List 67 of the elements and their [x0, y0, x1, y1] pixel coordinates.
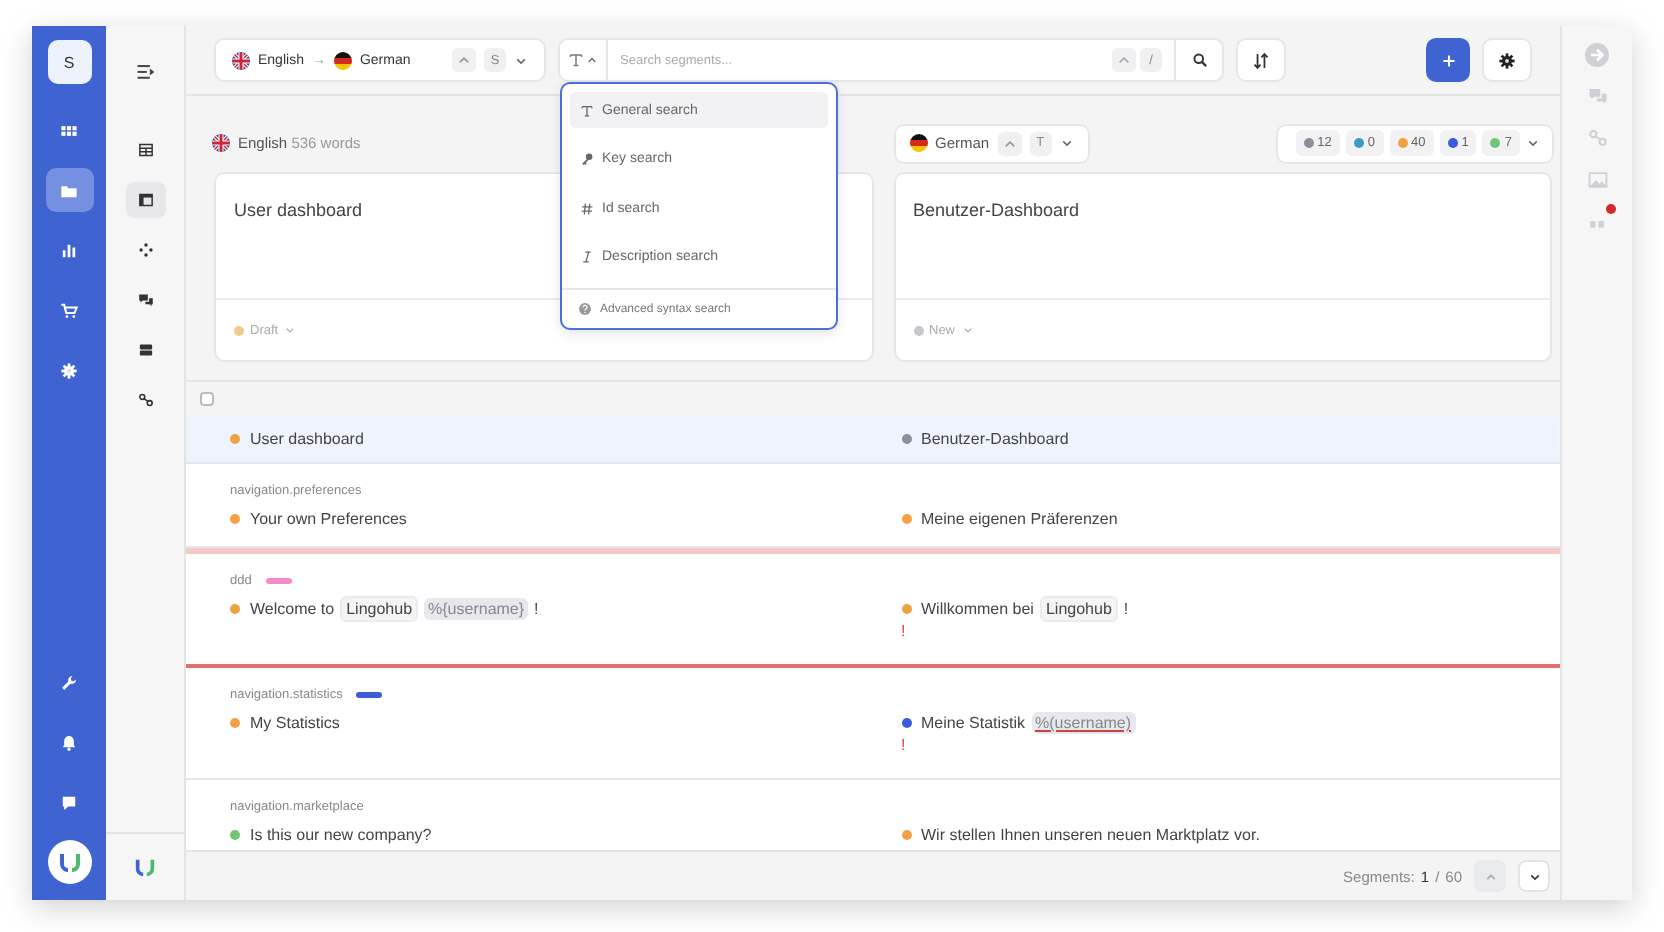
italic-icon	[580, 250, 594, 264]
settings-icon[interactable]	[60, 361, 78, 379]
chevron-down-icon	[1526, 136, 1540, 150]
chevron-down-icon	[1059, 136, 1074, 150]
segment-text: Meine eigenen Präferenzen	[921, 510, 1118, 528]
sidebar-item[interactable]	[125, 182, 165, 218]
search-icon	[1191, 52, 1207, 68]
key-icon	[580, 152, 594, 166]
segment-text: Meine Statistik	[921, 714, 1026, 732]
segment-text: Welcome to	[250, 600, 335, 618]
chevron-down-icon	[514, 53, 528, 67]
dots-icon	[137, 242, 153, 258]
next-button[interactable]	[1518, 860, 1550, 892]
settings-button[interactable]	[1482, 38, 1532, 82]
placeholder-chip: %{username}	[424, 598, 529, 620]
segment-text: Your own Preferences	[250, 510, 407, 528]
logo-icon	[134, 856, 156, 878]
comments-icon	[137, 292, 153, 308]
settings-icon	[1498, 51, 1516, 69]
segment-text: Wir stellen Ihnen unseren neuen Marktplatz vor.	[921, 826, 1260, 844]
cart-icon[interactable]	[60, 301, 78, 319]
workspace-avatar[interactable]: S	[47, 40, 91, 84]
chevron-up-icon	[586, 54, 598, 66]
plus-icon	[1439, 51, 1457, 69]
segment-row[interactable]: User dashboard Benutzer-Dashboard	[186, 416, 1560, 464]
help-icon	[578, 302, 592, 316]
chevron-down-icon	[284, 324, 297, 336]
notifications-icon[interactable]	[60, 733, 78, 751]
sort-icon	[1252, 51, 1270, 69]
segment-text: My Statistics	[250, 714, 340, 732]
warning-mark: !	[901, 624, 906, 640]
flag-icon	[333, 51, 352, 69]
chevron-down-icon	[961, 324, 974, 336]
layout-icon	[137, 192, 153, 208]
sort-button[interactable]	[1236, 38, 1286, 82]
flag-icon	[909, 134, 927, 152]
link-icon	[137, 392, 153, 408]
text-icon	[568, 52, 584, 68]
segment-text: User dashboard	[250, 430, 364, 448]
add-button[interactable]	[1426, 38, 1470, 82]
placeholder-chip: %(username)	[1031, 712, 1136, 734]
segment-text: Is this our new company?	[250, 826, 432, 844]
folder-icon[interactable]	[60, 181, 78, 199]
segment-text: Benutzer-Dashboard	[921, 430, 1069, 448]
rail-item[interactable]	[45, 168, 93, 212]
apps-icon[interactable]	[60, 121, 78, 139]
text-icon	[580, 103, 594, 117]
tag-chip: Lingohub	[1039, 596, 1118, 622]
logo[interactable]	[47, 840, 91, 884]
flag-icon	[232, 51, 250, 69]
segment-text: Willkommen bei	[921, 600, 1034, 618]
chevron-down-icon	[1527, 869, 1541, 883]
stack-icon	[137, 342, 153, 358]
table-icon	[137, 142, 153, 158]
warning-mark: !	[901, 738, 906, 754]
flag-icon	[212, 134, 230, 152]
segment-text: !	[534, 600, 539, 618]
select-checkbox[interactable]	[200, 392, 214, 406]
hash-icon	[580, 201, 594, 215]
collapse-icon[interactable]	[135, 61, 155, 81]
chevron-up-icon	[1483, 869, 1497, 883]
segment-text: !	[1123, 600, 1129, 618]
bar-chart-icon[interactable]	[60, 241, 78, 259]
wrench-icon[interactable]	[60, 673, 78, 691]
help-chat-icon[interactable]	[60, 793, 78, 811]
segment-text: Benutzer-Dashboard	[895, 174, 1550, 300]
tag-chip: Lingohub	[340, 596, 419, 622]
